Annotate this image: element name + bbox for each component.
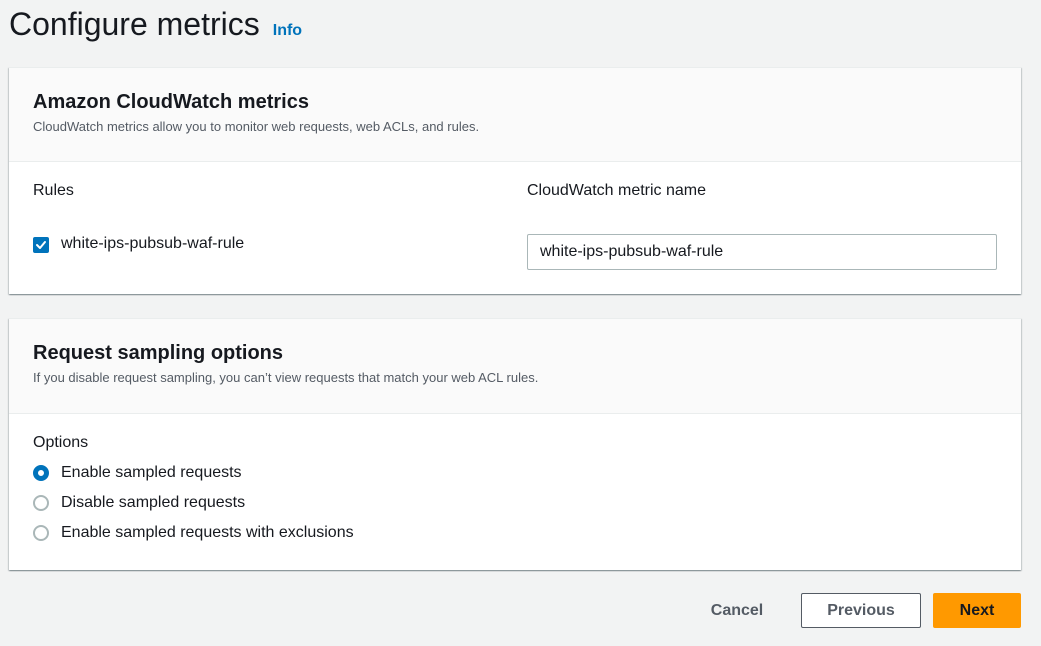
sampling-panel-title: Request sampling options bbox=[33, 342, 284, 364]
sampling-panel-description: If you disable request sampling, you can… bbox=[33, 370, 539, 385]
cloudwatch-panel-description: CloudWatch metrics allow you to monitor … bbox=[33, 119, 480, 134]
radio-label: Enable sampled requests with exclusions bbox=[61, 524, 354, 541]
request-sampling-panel: Request sampling options If you disable … bbox=[9, 318, 1021, 570]
page-header: Configure metrics Info bbox=[9, 4, 302, 44]
rule-checkbox[interactable] bbox=[33, 237, 49, 253]
cloudwatch-panel-title: Amazon CloudWatch metrics bbox=[33, 91, 309, 113]
rules-column-header: Rules bbox=[33, 182, 74, 199]
radio-enable-sampled-with-exclusions[interactable]: Enable sampled requests with exclusions bbox=[33, 524, 354, 542]
cancel-button[interactable]: Cancel bbox=[697, 593, 777, 628]
rule-name-label: white-ips-pubsub-waf-rule bbox=[61, 235, 245, 252]
metric-name-input[interactable] bbox=[527, 234, 997, 270]
cloudwatch-metrics-panel: Amazon CloudWatch metrics CloudWatch met… bbox=[9, 67, 1021, 294]
radio-button[interactable] bbox=[33, 525, 49, 541]
page-title: Configure metrics bbox=[9, 6, 260, 42]
radio-enable-sampled-requests[interactable]: Enable sampled requests bbox=[33, 464, 242, 482]
options-label: Options bbox=[33, 434, 89, 451]
sampling-panel-header: Request sampling options If you disable … bbox=[9, 319, 1021, 414]
radio-disable-sampled-requests[interactable]: Disable sampled requests bbox=[33, 494, 245, 512]
radio-button[interactable] bbox=[33, 495, 49, 511]
cloudwatch-panel-header: Amazon CloudWatch metrics CloudWatch met… bbox=[9, 68, 1021, 162]
check-icon bbox=[36, 241, 46, 249]
radio-label: Disable sampled requests bbox=[61, 494, 246, 511]
metric-name-column-header: CloudWatch metric name bbox=[527, 182, 707, 199]
radio-button-selected[interactable] bbox=[33, 465, 49, 481]
radio-label: Enable sampled requests bbox=[61, 464, 242, 481]
info-link[interactable]: Info bbox=[273, 22, 302, 40]
previous-button[interactable]: Previous bbox=[801, 593, 921, 628]
next-button[interactable]: Next bbox=[933, 593, 1021, 628]
